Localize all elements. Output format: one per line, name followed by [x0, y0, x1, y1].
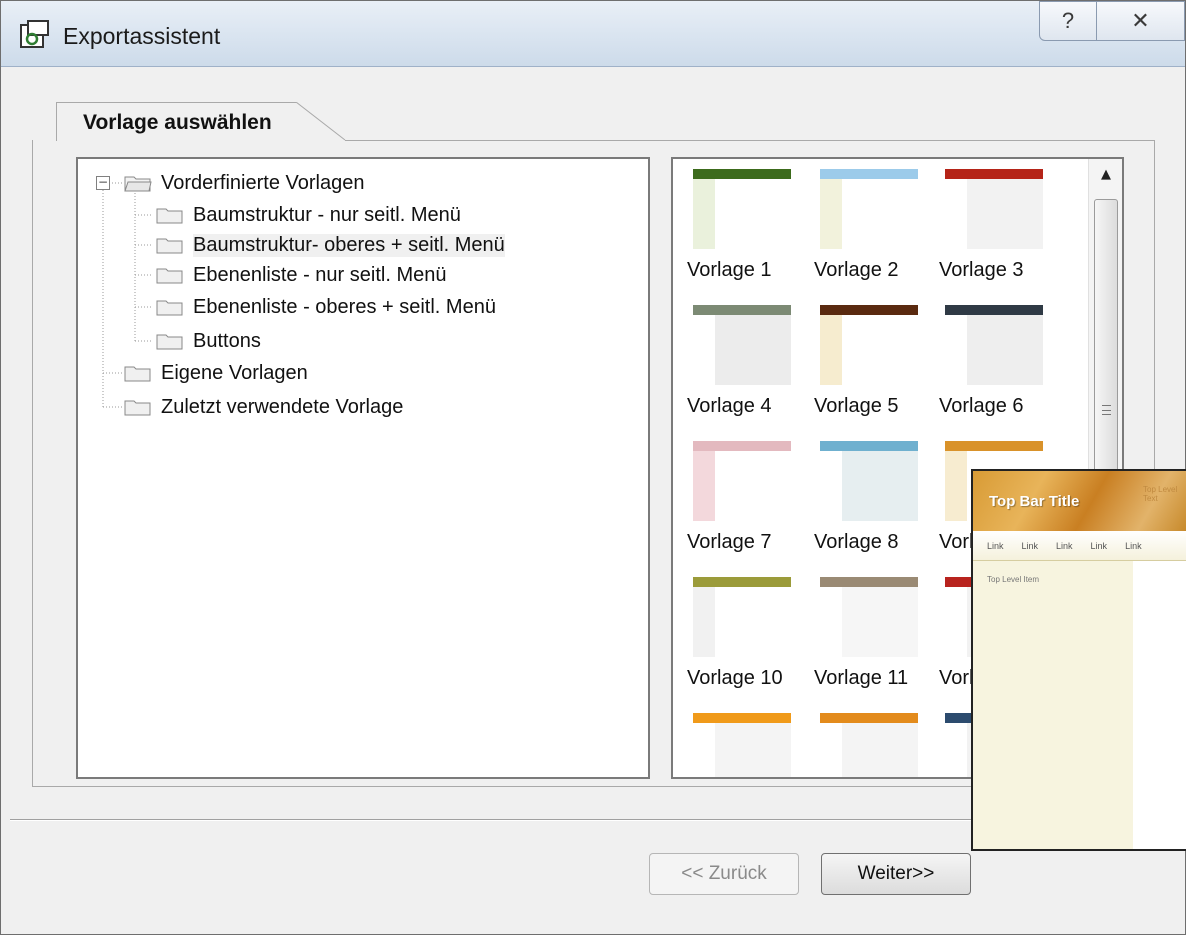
template-label: Vorlage 1	[687, 259, 772, 281]
template-preview-popup: Top Bar Title Link Link Link Link Link T…	[971, 469, 1186, 851]
template-preview-image	[820, 441, 918, 521]
template-preview-image	[820, 305, 918, 385]
tree-item-label: Buttons	[193, 329, 261, 352]
preview-nav-link: Link	[987, 540, 1004, 551]
tree-item-label: Ebenenliste - oberes + seitl. Menü	[193, 295, 496, 318]
preview-title: Top Bar Title	[989, 493, 1080, 510]
preview-main-text: Top Level Text	[1143, 485, 1178, 503]
folder-icon	[156, 238, 183, 254]
collapse-icon[interactable]: −	[96, 176, 110, 190]
template-label: Vorlage 3	[939, 259, 1024, 281]
template-thumbnail[interactable]: Vorlage 10	[687, 577, 797, 712]
tree-root-predefined[interactable]: Vorderfinierte Vorlagen	[124, 169, 364, 197]
tab-border	[345, 140, 1155, 141]
tree-item-label: Eigene Vorlagen	[161, 361, 308, 384]
folder-open-icon	[124, 176, 152, 192]
template-thumbnail[interactable]: Vorlage 4	[687, 305, 797, 440]
tree-item-buttons[interactable]: Buttons	[156, 327, 261, 355]
folder-icon	[156, 334, 183, 350]
tree-item-label: Vorderfinierte Vorlagen	[161, 171, 365, 194]
preview-side-text: Top Level Item	[987, 575, 1040, 584]
tab-select-template[interactable]: Vorlage auswählen	[56, 102, 296, 141]
tree-item-ebenenliste-oberes[interactable]: Ebenenliste - oberes + seitl. Menü	[156, 293, 496, 321]
tab-edge	[296, 102, 346, 141]
title-bar[interactable]: Exportassistent ? ✕	[1, 1, 1185, 67]
tree-item-ebenenliste-seitl[interactable]: Ebenenliste - nur seitl. Menü	[156, 261, 446, 289]
tree-item-label: Zuletzt verwendete Vorlage	[161, 395, 404, 418]
export-wizard-icon	[20, 20, 49, 48]
tree-item-baumstruktur-oberes[interactable]: Baumstruktur- oberes + seitl. Menü	[156, 231, 505, 259]
tree-item-label: Baumstruktur- oberes + seitl. Menü	[193, 233, 505, 257]
tree-item-eigene-vorlagen[interactable]: Eigene Vorlagen	[124, 359, 308, 387]
close-button[interactable]: ✕	[1097, 1, 1185, 41]
window-title: Exportassistent	[63, 23, 221, 49]
template-label: Vorlage 6	[939, 395, 1024, 417]
preview-nav-link: Link	[1125, 540, 1142, 551]
template-label: Vorlage 2	[814, 259, 899, 281]
template-preview-image	[693, 441, 791, 521]
template-preview-image	[693, 305, 791, 385]
template-label: Vorlage 11	[814, 667, 909, 689]
caption-buttons: ? ✕	[1039, 1, 1185, 41]
scroll-up-arrow-icon[interactable]: ▲	[1095, 167, 1117, 187]
template-label: Vorlage 7	[687, 531, 772, 553]
template-thumbnail[interactable]: Vorlage 7	[687, 441, 797, 576]
folder-icon	[124, 366, 151, 382]
preview-nav: Link Link Link Link Link	[973, 531, 1186, 561]
preview-nav-link: Link	[1090, 540, 1108, 551]
template-preview-image	[945, 305, 1043, 385]
folder-icon	[156, 208, 183, 224]
template-thumbnail[interactable]	[814, 713, 924, 777]
template-thumbnail[interactable]: Vorlage 8	[814, 441, 924, 576]
folder-icon	[124, 400, 151, 416]
template-preview-image	[820, 713, 918, 777]
help-button[interactable]: ?	[1039, 1, 1097, 41]
template-thumbnail[interactable]: Vorlage 2	[814, 169, 924, 304]
back-button[interactable]: << Zurück	[649, 853, 799, 895]
preview-sidebar: Top Level Item	[973, 561, 1133, 849]
template-thumbnail[interactable]: Vorlage 11	[814, 577, 924, 712]
template-label: Vorlage 4	[687, 395, 772, 417]
folder-icon	[156, 268, 183, 284]
template-label: Vorlage 10	[687, 667, 783, 689]
tree-item-label: Baumstruktur - nur seitl. Menü	[193, 203, 461, 226]
template-preview-image	[820, 577, 918, 657]
folder-icon	[156, 300, 183, 316]
preview-nav-link: Link	[1056, 540, 1073, 551]
next-button[interactable]: Weiter>>	[821, 853, 971, 895]
grip-icon	[1102, 405, 1111, 415]
template-preview-image	[693, 577, 791, 657]
template-thumbnail[interactable]	[687, 713, 797, 777]
template-preview-image	[693, 169, 791, 249]
template-thumbnail[interactable]: Vorlage 1	[687, 169, 797, 304]
template-thumbnail[interactable]: Vorlage 5	[814, 305, 924, 440]
template-label: Vorlage 8	[814, 531, 899, 553]
template-tree[interactable]: − Vorderfinierte Vorlagen Baumstruktur -…	[76, 157, 650, 779]
tree-item-baumstruktur-seitl[interactable]: Baumstruktur - nur seitl. Menü	[156, 201, 461, 229]
template-preview-image	[945, 169, 1043, 249]
template-thumbnail[interactable]: Vorlage 6	[939, 305, 1049, 440]
template-preview-image	[820, 169, 918, 249]
template-preview-image	[693, 713, 791, 777]
export-wizard-window: Exportassistent ? ✕ Vorlage auswählen − …	[0, 0, 1186, 935]
tree-item-zuletzt-verwendet[interactable]: Zuletzt verwendete Vorlage	[124, 393, 403, 421]
template-label: Vorlage 5	[814, 395, 899, 417]
tree-item-label: Ebenenliste - nur seitl. Menü	[193, 263, 447, 286]
template-thumbnail[interactable]: Vorlage 3	[939, 169, 1049, 304]
preview-nav-link: Link	[1021, 540, 1039, 551]
